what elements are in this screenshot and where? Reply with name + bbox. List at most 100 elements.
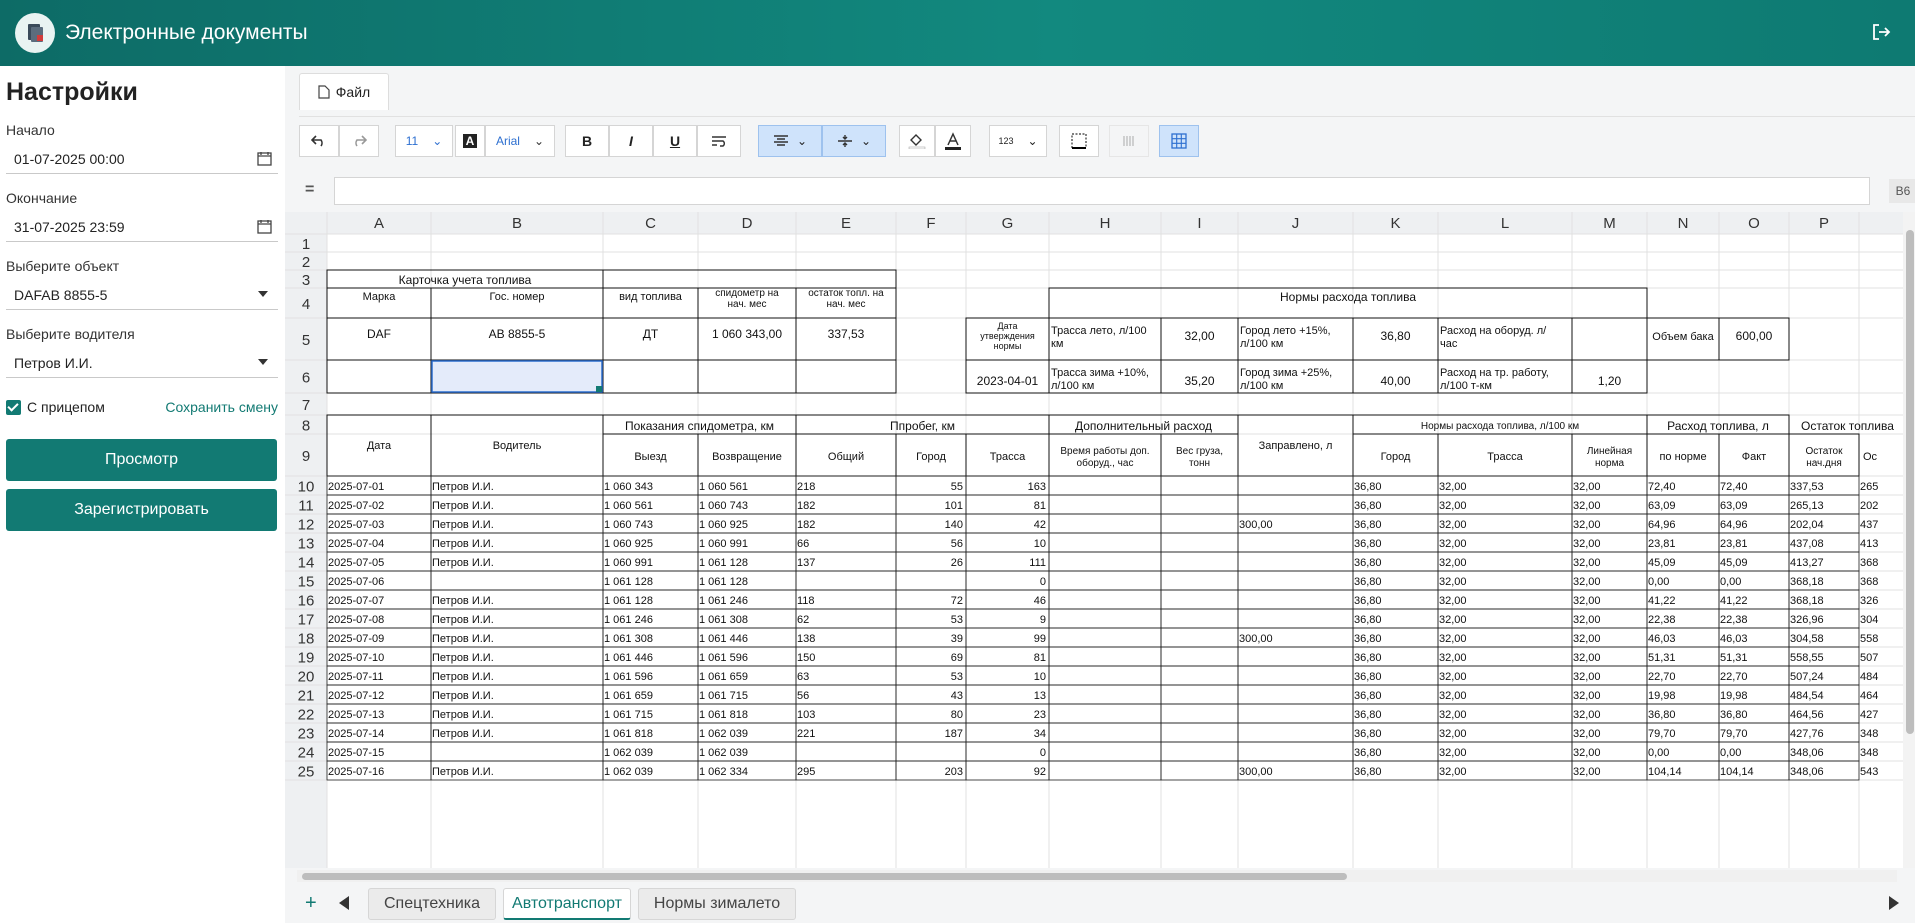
underline-button[interactable]: U [653, 125, 697, 157]
data-cell[interactable] [1160, 513, 1239, 534]
data-cell[interactable] [1048, 741, 1162, 762]
vertical-scrollbar[interactable] [1903, 212, 1915, 868]
italic-button[interactable]: I [609, 125, 653, 157]
data-cell[interactable] [1160, 627, 1239, 648]
sheet-tab-normy[interactable]: Нормы зималето [638, 888, 796, 920]
trailer-checkbox[interactable] [6, 399, 21, 415]
data-cell[interactable] [1160, 665, 1239, 686]
gridlines-button[interactable] [1159, 125, 1199, 157]
data-cell[interactable] [1048, 494, 1162, 515]
font-color-box-button[interactable]: A [455, 125, 485, 157]
end-date-field[interactable]: 31-07-2025 23:59 [6, 212, 278, 242]
data-cell[interactable] [1237, 722, 1354, 743]
data-cell[interactable] [1160, 608, 1239, 629]
next-sheet-icon[interactable] [1889, 896, 1899, 910]
data-cell[interactable] [1237, 589, 1354, 610]
data-cell[interactable] [1048, 551, 1162, 572]
data-cell[interactable] [1237, 532, 1354, 553]
register-button[interactable]: Зарегистрировать [6, 489, 277, 531]
data-cell[interactable] [965, 570, 1050, 591]
data-cell[interactable] [1048, 513, 1162, 534]
borders-button[interactable] [1059, 125, 1099, 157]
data-cell[interactable] [795, 684, 897, 705]
calendar-icon[interactable] [257, 151, 272, 169]
data-cell[interactable] [1237, 551, 1354, 572]
data-cell[interactable] [1048, 608, 1162, 629]
data-cell[interactable] [1237, 741, 1354, 762]
data-cell[interactable] [1048, 627, 1162, 648]
data-cell[interactable] [1237, 665, 1354, 686]
undo-button[interactable] [299, 125, 339, 157]
calendar-icon[interactable] [257, 219, 272, 237]
data-cell[interactable] [1160, 646, 1239, 667]
start-date-field[interactable]: 01-07-2025 00:00 [6, 144, 278, 174]
add-sheet-icon[interactable]: + [305, 892, 317, 915]
fill-color-button[interactable] [899, 125, 935, 157]
horizontal-scrollbar[interactable] [297, 870, 1897, 882]
data-cell[interactable] [795, 608, 897, 629]
data-cell[interactable] [795, 741, 897, 762]
data-cell[interactable] [1160, 760, 1239, 781]
data-cell[interactable] [965, 741, 1050, 762]
data-cell[interactable] [1160, 551, 1239, 572]
vertical-align-button[interactable]: ⌄ [822, 125, 886, 157]
sheet-tab-spetstekhnika[interactable]: Спецтехника [368, 888, 496, 920]
data-cell[interactable] [1160, 570, 1239, 591]
view-button[interactable]: Просмотр [6, 439, 277, 481]
data-cell[interactable] [1048, 646, 1162, 667]
data-cell[interactable] [895, 741, 967, 762]
data-cell[interactable] [1048, 475, 1162, 496]
logout-icon[interactable] [1871, 22, 1893, 44]
horizontal-align-button[interactable]: ⌄ [758, 125, 822, 157]
font-size-select[interactable]: 11 ⌄ [395, 125, 453, 157]
wrap-text-button[interactable] [697, 125, 741, 157]
merge-cells-button[interactable] [1109, 125, 1149, 157]
data-cell[interactable] [1048, 532, 1162, 553]
data-cell[interactable] [1237, 608, 1354, 629]
data-cell[interactable] [1160, 741, 1239, 762]
data-cell[interactable] [1237, 703, 1354, 724]
data-cell[interactable] [1160, 532, 1239, 553]
data-cell[interactable] [1160, 475, 1239, 496]
vertical-scroll-thumb[interactable] [1906, 230, 1914, 734]
object-select[interactable]: DAFAB 8855-5 [6, 280, 278, 310]
data-cell[interactable] [1048, 570, 1162, 591]
data-cell[interactable] [1048, 760, 1162, 781]
formula-input[interactable] [334, 177, 1870, 205]
data-cell[interactable] [795, 665, 897, 686]
selected-cell[interactable] [431, 360, 603, 393]
driver-select[interactable]: Петров И.И. [6, 348, 278, 378]
data-cell[interactable] [1237, 646, 1354, 667]
bold-button[interactable]: B [565, 125, 609, 157]
data-cell[interactable] [1160, 684, 1239, 705]
data-cell[interactable] [1048, 589, 1162, 610]
data-cell[interactable] [1237, 684, 1354, 705]
data-cell[interactable] [1160, 722, 1239, 743]
data-cell[interactable] [1237, 570, 1354, 591]
number-format-select[interactable]: 123 ⌄ [989, 125, 1047, 157]
data-cell[interactable] [1237, 475, 1354, 496]
data-cell[interactable] [795, 532, 897, 553]
data-cell[interactable] [1048, 665, 1162, 686]
save-shift-link[interactable]: Сохранить смену [165, 399, 278, 415]
data-cell[interactable] [1160, 703, 1239, 724]
file-menu-tab[interactable]: Файл [299, 73, 389, 110]
horizontal-scroll-thumb[interactable] [302, 873, 1347, 880]
data-cell[interactable] [895, 570, 967, 591]
data-cell[interactable] [430, 570, 604, 591]
redo-button[interactable] [339, 125, 379, 157]
data-cell[interactable] [1160, 494, 1239, 515]
text-color-button[interactable] [935, 125, 971, 157]
data-cell[interactable] [430, 741, 604, 762]
data-cell[interactable] [1048, 684, 1162, 705]
data-cell[interactable] [1048, 722, 1162, 743]
data-cell[interactable] [1160, 589, 1239, 610]
font-name-select[interactable]: Arial ⌄ [485, 125, 555, 157]
prev-sheet-icon[interactable] [339, 896, 349, 910]
data-cell[interactable] [1048, 703, 1162, 724]
fill-handle[interactable] [596, 386, 602, 392]
data-cell[interactable] [965, 608, 1050, 629]
data-cell[interactable] [1237, 494, 1354, 515]
sheet-tab-avtotransport[interactable]: Автотранспорт [503, 888, 631, 920]
data-cell[interactable] [795, 570, 897, 591]
